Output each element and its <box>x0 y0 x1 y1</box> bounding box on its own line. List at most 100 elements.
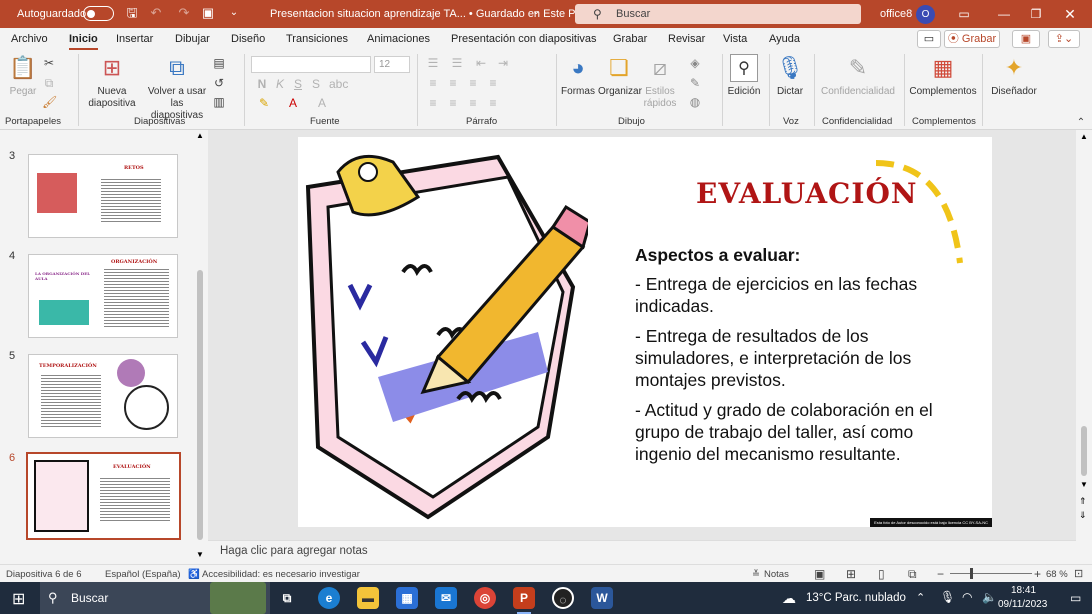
avatar[interactable]: O <box>916 5 935 24</box>
slide-title[interactable]: EVALUACIÓN <box>696 177 917 210</box>
slide-thumbnail-4[interactable]: LA ORGANIZACIÓN DEL AULA ORGANIZACIÓN <box>28 254 178 338</box>
slide-thumbnail-5[interactable]: TEMPORALIZACIÓN <box>28 354 178 438</box>
notifications-icon[interactable]: ▭ <box>1070 591 1081 605</box>
tab-animaciones[interactable]: Animaciones <box>367 33 430 45</box>
format-painter-icon[interactable]: 🖌 <box>42 95 57 109</box>
volume-icon[interactable]: 🔈 <box>982 590 997 604</box>
record-button[interactable]: ⦿ Grabar <box>944 30 1000 48</box>
zoom-slider[interactable] <box>950 573 1032 574</box>
quick-styles-button[interactable]: ⧄ Estilos rápidos <box>642 54 678 110</box>
align-left-2-icon[interactable]: ≡ <box>426 96 440 110</box>
autosave-toggle[interactable] <box>83 6 114 21</box>
chevron-down-icon[interactable]: ⌄ <box>532 6 540 17</box>
save-icon[interactable]: 🖫 <box>124 5 140 21</box>
shapes-button[interactable]: ◕ Formas <box>560 54 596 98</box>
word-icon[interactable]: W <box>591 587 613 609</box>
justify-icon[interactable]: ≡ <box>486 76 500 90</box>
zoom-slider-thumb[interactable] <box>970 568 973 579</box>
ribbon-display-icon[interactable]: ▭ <box>956 6 972 22</box>
slide-thumbnail-3[interactable]: RETOS <box>28 154 178 238</box>
reuse-slides-button[interactable]: ⧉ Volver a usar las diapositivas <box>146 54 208 122</box>
cut-icon[interactable]: ✂ <box>42 56 56 70</box>
file-explorer-icon[interactable]: ▬ <box>357 587 379 609</box>
align-right-icon[interactable]: ≡ <box>466 76 480 90</box>
windows-start-icon[interactable]: ⊞ <box>12 589 25 609</box>
task-view-icon[interactable]: ⧉ <box>276 587 298 609</box>
sensitivity-button[interactable]: ✎ Confidencialidad <box>818 54 898 98</box>
language-status[interactable]: Español (España) <box>105 569 181 580</box>
editing-button[interactable]: ⚲ Edición <box>726 54 762 98</box>
tab-insertar[interactable]: Insertar <box>116 33 153 45</box>
share-button[interactable]: ⇪⌄ <box>1048 30 1080 48</box>
scroll-down-icon[interactable]: ▼ <box>1080 480 1088 489</box>
customize-icon[interactable]: ⌄ <box>226 5 242 21</box>
zoom-level[interactable]: 68 % <box>1046 569 1068 580</box>
font-size-select[interactable]: 12 <box>374 56 410 73</box>
notes-toggle[interactable]: Notas <box>764 569 789 580</box>
tab-diseno[interactable]: Diseño <box>231 33 265 45</box>
chrome-icon[interactable]: ◎ <box>474 587 496 609</box>
fit-to-window-icon[interactable]: ⊡ <box>1074 567 1083 580</box>
wifi-icon[interactable]: ◠ <box>962 590 972 604</box>
store-icon[interactable]: ▦ <box>396 587 418 609</box>
close-icon[interactable]: ✕ <box>1062 6 1078 22</box>
numbering-icon[interactable]: ☰ <box>450 56 464 70</box>
slide-thumbnail-6[interactable]: EVALUACIÓN <box>26 452 181 540</box>
shape-outline-icon[interactable]: ✎ <box>688 76 702 90</box>
microphone-icon[interactable]: 🎙 <box>940 590 955 604</box>
thumbnails-scrollbar[interactable]: ▲ ▼ <box>193 130 208 564</box>
italic-icon[interactable]: K <box>273 77 287 91</box>
shape-fill-icon[interactable]: ◈ <box>688 56 702 70</box>
tab-vista[interactable]: Vista <box>723 33 747 45</box>
search-input[interactable]: ⚲ Buscar <box>575 4 861 24</box>
app-icon[interactable]: ◌ <box>552 587 574 609</box>
undo-icon[interactable]: ↶ <box>148 5 164 21</box>
show-hidden-icons[interactable]: ⌃ <box>916 591 925 604</box>
taskbar-search[interactable]: ⚲ Buscar <box>40 582 270 614</box>
present-icon[interactable]: ▣ <box>200 5 216 21</box>
bold-icon[interactable]: N <box>255 77 269 91</box>
accessibility-status[interactable]: Accesibilidad: es necesario investigar <box>202 569 360 580</box>
zoom-out-icon[interactable]: − <box>937 567 944 581</box>
layout-icon[interactable]: ▤ <box>212 56 226 70</box>
highlight-icon[interactable]: ✎ <box>257 96 271 110</box>
maximize-icon[interactable]: ❐ <box>1028 6 1044 22</box>
tab-grabar[interactable]: Grabar <box>613 33 647 45</box>
next-slide-icon[interactable]: ⇓ <box>1079 510 1087 521</box>
new-slide-button[interactable]: ⊞ Nueva diapositiva <box>84 54 140 110</box>
font-family-select[interactable] <box>251 56 371 73</box>
strikethrough-icon[interactable]: abc <box>329 77 348 91</box>
slide-body[interactable]: Aspectos a evaluar: - Entrega de ejercic… <box>635 244 965 473</box>
font-size-icon[interactable]: A <box>315 96 329 110</box>
tab-presentacion[interactable]: Presentación con diapositivas <box>451 33 597 45</box>
arrange-button[interactable]: ❏ Organizar <box>598 54 642 98</box>
zoom-in-icon[interactable]: + <box>1034 567 1041 581</box>
designer-button[interactable]: ✦ Diseñador <box>988 54 1040 98</box>
sorter-view-icon[interactable]: ⊞ <box>846 567 856 581</box>
reading-view-icon[interactable]: ▯ <box>878 567 885 581</box>
align-center-2-icon[interactable]: ≡ <box>446 96 460 110</box>
tab-ayuda[interactable]: Ayuda <box>769 33 800 45</box>
slide-scrollbar[interactable]: ▲ ▼ ⇑ ⇓ <box>1076 130 1092 564</box>
outdent-icon[interactable]: ⇥ <box>496 56 510 70</box>
present-button[interactable]: ▣ <box>1012 30 1040 48</box>
align-center-icon[interactable]: ≡ <box>446 76 460 90</box>
clock-date[interactable]: 09/11/2023 <box>998 599 1047 610</box>
copy-icon[interactable]: ⧉ <box>42 76 56 90</box>
clock-time[interactable]: 18:41 <box>1011 585 1036 596</box>
addins-button[interactable]: ▦ Complementos <box>908 54 978 98</box>
font-color-icon[interactable]: A <box>286 96 300 110</box>
scrollbar-thumb[interactable] <box>197 270 203 540</box>
user-name[interactable]: office8 <box>880 8 912 20</box>
scroll-down-icon[interactable]: ▼ <box>196 550 204 559</box>
scroll-up-icon[interactable]: ▲ <box>196 131 204 140</box>
shadow-icon[interactable]: S <box>309 77 323 91</box>
comments-button[interactable]: ▭ <box>917 30 941 48</box>
tab-transiciones[interactable]: Transiciones <box>286 33 348 45</box>
bullets-icon[interactable]: ☰ <box>426 56 440 70</box>
shape-effects-icon[interactable]: ◍ <box>688 95 702 109</box>
align-right-2-icon[interactable]: ≡ <box>466 96 480 110</box>
paste-button[interactable]: 📋 Pegar <box>8 54 38 98</box>
scrollbar-thumb[interactable] <box>1081 426 1087 476</box>
tab-inicio[interactable]: Inicio <box>69 33 98 50</box>
